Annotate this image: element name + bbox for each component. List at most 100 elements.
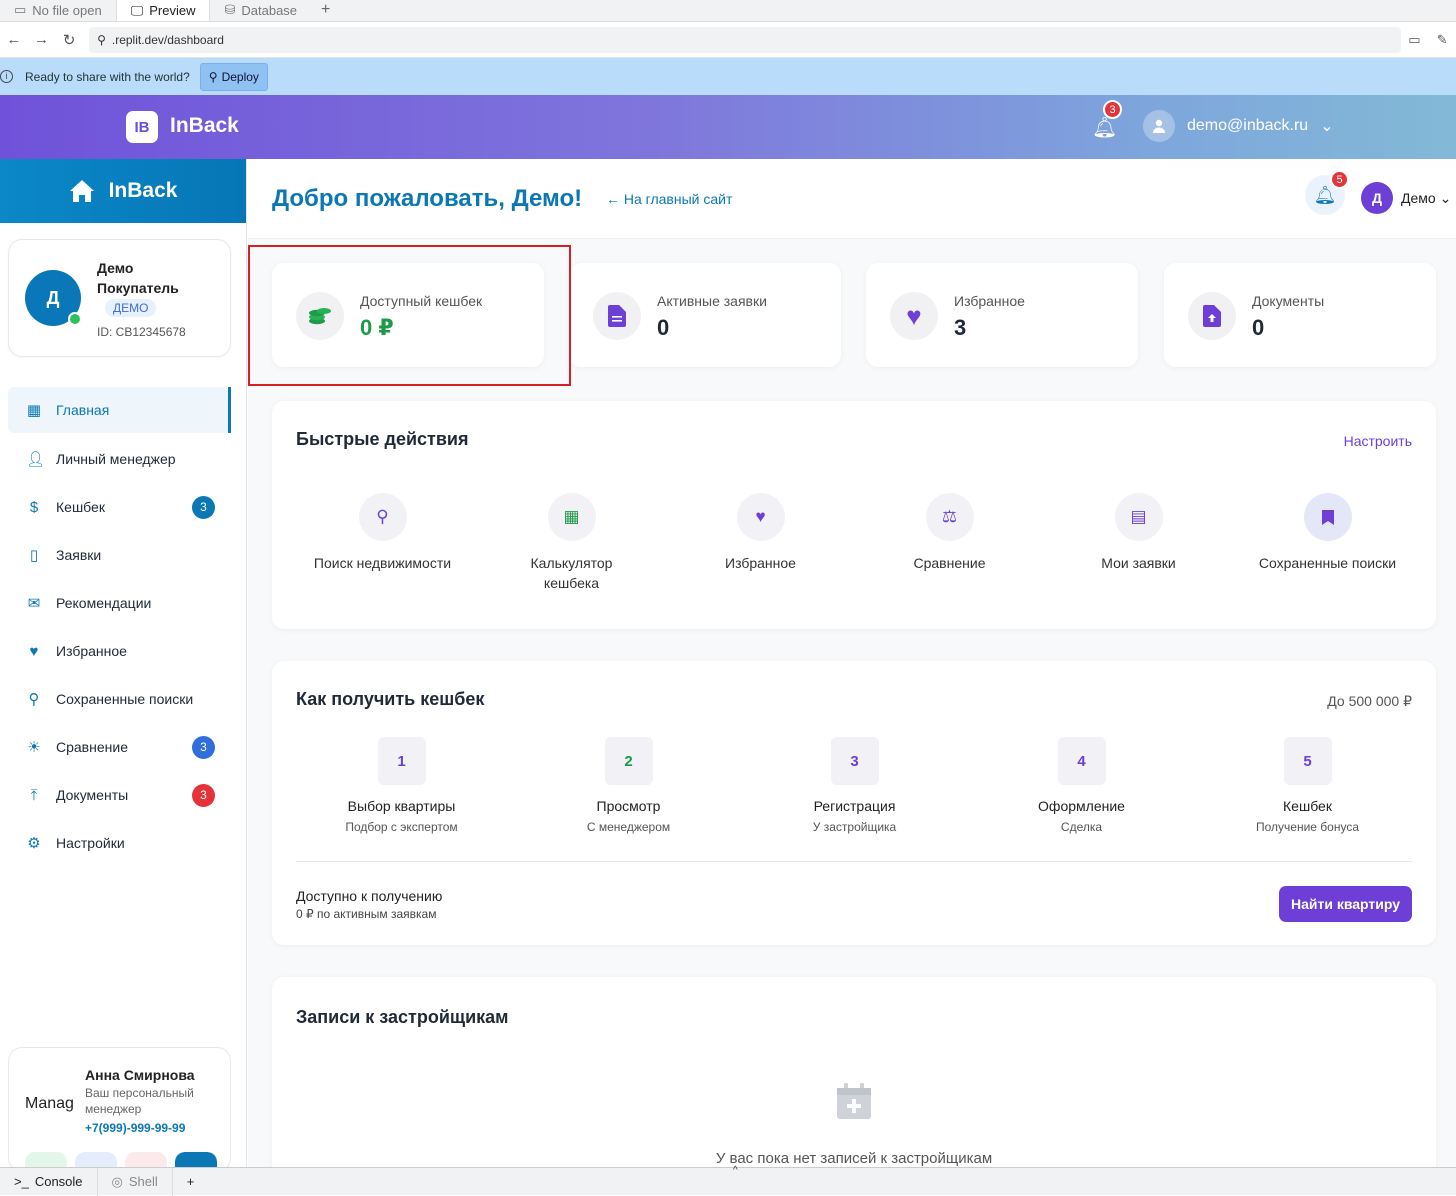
dashboard-icon: ▦	[26, 402, 42, 419]
sidebar-item-recommendations[interactable]: ✉ Рекомендации	[8, 579, 231, 627]
chevron-down-icon: ⌄	[1439, 190, 1452, 206]
sidebar: InBack Д Демо Покупатель ДЕМО ID: CB1234…	[0, 159, 247, 1174]
quick-action-saved-searches[interactable]: Сохраненные поиски	[1233, 493, 1422, 573]
user-email: demo@inback.ru	[1187, 117, 1309, 134]
sidebar-item-label: Личный менеджер	[56, 451, 176, 467]
stat-value: 0	[1252, 315, 1265, 340]
quick-action-calculator[interactable]: ▦ Калькулятор кешбека	[477, 493, 666, 593]
quick-actions-card: Быстрые действия Настроить ⚲ Поиск недви…	[272, 401, 1436, 629]
manager-card: Manag Анна Смирнова Ваш персональный мен…	[8, 1047, 231, 1174]
home-icon	[69, 180, 94, 202]
quick-action-favorites[interactable]: ♥ Избранное	[666, 493, 855, 573]
user-name-dropdown[interactable]: Демо ⌄	[1401, 190, 1451, 207]
sidebar-item-label: Заявки	[56, 547, 102, 563]
step-subtitle: У застройщика	[812, 820, 897, 834]
devices-icon[interactable]: ▭	[1401, 32, 1429, 48]
tab-label: Shell	[128, 1174, 158, 1189]
configure-link[interactable]: Настроить	[1344, 433, 1412, 449]
scales-icon: ⚖	[925, 493, 974, 541]
stat-card-documents[interactable]: Документы 0	[1164, 263, 1436, 367]
sidebar-item-settings[interactable]: ⚙ Настройки	[8, 819, 231, 867]
sidebar-item-documents[interactable]: ⤒ Документы 3	[8, 771, 231, 819]
sidebar-item-label: Сравнение	[56, 739, 128, 755]
step-title: Просмотр	[596, 798, 661, 814]
stat-card-active-requests[interactable]: Активные заявки 0	[569, 263, 841, 367]
quick-action-label: Мои заявки	[1101, 555, 1176, 571]
new-panel-tab-button[interactable]: +	[173, 1168, 209, 1196]
sidebar-item-saved-searches[interactable]: ⚲ Сохраненные поиски	[8, 675, 231, 723]
manager-name: Анна Смирнова	[85, 1067, 195, 1083]
sidebar-item-favorites[interactable]: ♥ Избранное	[8, 627, 231, 675]
forward-arrow-icon[interactable]: →	[28, 31, 56, 48]
user-avatar[interactable]: Д	[1361, 182, 1393, 214]
back-arrow-icon[interactable]: ←	[0, 31, 28, 48]
logo-mark[interactable]: IB	[126, 111, 158, 143]
quick-action-label: Калькулятор кешбека	[530, 555, 613, 591]
step-number: 2	[604, 737, 653, 785]
heart-icon: ♥	[736, 493, 785, 541]
database-icon: ⛁	[224, 2, 236, 17]
new-tab-button[interactable]: +	[311, 0, 340, 21]
quick-action-label: Поиск недвижимости	[313, 555, 452, 571]
deploy-button[interactable]: ⚲ Deploy	[199, 62, 268, 91]
wrench-icon[interactable]: ✎	[1428, 32, 1456, 48]
quick-action-search[interactable]: ⚲ Поиск недвижимости	[288, 493, 477, 573]
sidebar-item-cashback[interactable]: $ Кешбек 3	[8, 483, 231, 531]
share-banner: i Ready to share with the world? ⚲ Deploy	[0, 58, 1456, 95]
quick-action-compare[interactable]: ⚖ Сравнение	[855, 493, 1044, 573]
browser-tab-strip: ▭ No file open 🖵 Preview ⛁ Database +	[0, 0, 1456, 22]
user-name: Демо	[1401, 190, 1436, 206]
main-content: Добро пожаловать, Демо! ← На главный сай…	[248, 159, 1456, 1187]
stat-value: 3	[954, 315, 967, 340]
url-input[interactable]: ⚲ .replit.dev/dashboard	[89, 26, 1401, 53]
tab-label: Preview	[149, 3, 196, 18]
chevron-up-icon[interactable]: ^	[733, 1165, 738, 1176]
online-status-dot	[68, 312, 82, 326]
user-menu[interactable]: demo@inback.ru ⌄	[1143, 110, 1334, 142]
arrow-left-icon: ←	[606, 191, 620, 207]
notification-count-badge: 5	[1330, 170, 1349, 189]
tab-label: Console	[34, 1174, 83, 1189]
sidebar-item-label: Настройки	[56, 835, 125, 851]
user-avatar-icon	[1143, 110, 1175, 142]
quick-action-label: Избранное	[725, 555, 796, 571]
manager-avatar: Manag	[25, 1095, 74, 1112]
tab-console[interactable]: >_ Console	[0, 1167, 98, 1196]
step-subtitle: Получение бонуса	[1255, 820, 1359, 834]
stat-label: Документы	[1252, 293, 1325, 309]
quick-action-my-requests[interactable]: ▤ Мои заявки	[1044, 493, 1233, 573]
tab-preview[interactable]: 🖵 Preview	[115, 0, 211, 21]
step-item: 2 Просмотр С менеджером	[515, 737, 742, 834]
logo-text[interactable]: InBack	[170, 114, 239, 138]
quick-action-label: Сравнение	[913, 555, 986, 571]
quick-action-label: Сохраненные поиски	[1258, 555, 1397, 571]
tab-shell[interactable]: ◎ Shell	[98, 1167, 173, 1196]
page-title: Добро пожаловать, Демо!	[272, 185, 583, 212]
appointments-empty-text: У вас пока нет записей к застройщикам	[715, 1150, 993, 1167]
sidebar-item-label: Рекомендации	[56, 595, 152, 611]
sidebar-brand[interactable]: InBack	[0, 159, 246, 223]
sidebar-item-compare[interactable]: ☀ Сравнение 3	[8, 723, 231, 771]
tab-no-file[interactable]: ▭ No file open	[0, 0, 116, 21]
step-title: Оформление	[1038, 798, 1125, 814]
back-to-site-link[interactable]: ← На главный сайт	[606, 191, 732, 207]
stat-label: Активные заявки	[657, 293, 767, 309]
sidebar-item-requests[interactable]: ▯ Заявки	[8, 531, 231, 579]
tab-database[interactable]: ⛁ Database	[210, 0, 311, 21]
user-icon: 👤︎	[26, 451, 46, 468]
step-number: 1	[377, 737, 426, 785]
notification-count-badge: 3	[1103, 100, 1122, 119]
calculator-icon: ▦	[547, 493, 596, 541]
step-title: Регистрация	[813, 798, 896, 814]
sidebar-item-manager[interactable]: 👤︎ Личный менеджер	[8, 435, 231, 483]
step-subtitle: Сделка	[1060, 820, 1103, 834]
sidebar-item-home[interactable]: ▦ Главная	[8, 387, 231, 433]
cashback-limit: До 500 000 ₽	[1327, 693, 1412, 709]
manager-phone[interactable]: +7(999)-999-99-99	[85, 1121, 185, 1135]
search-icon: ⚲	[358, 493, 407, 541]
stat-card-favorites[interactable]: ♥ Избранное 3	[866, 263, 1138, 367]
find-apartment-button[interactable]: Найти квартиру	[1279, 886, 1412, 922]
step-title: Выбор квартиры	[347, 798, 456, 814]
info-icon: i	[0, 70, 13, 83]
reload-icon[interactable]: ↻	[55, 31, 83, 49]
